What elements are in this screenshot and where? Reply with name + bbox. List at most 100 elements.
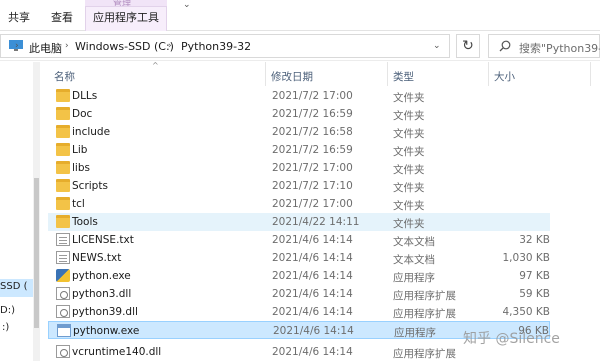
chevron-right-icon[interactable]: ›	[168, 41, 172, 51]
text-file-icon	[56, 233, 70, 246]
chevron-down-icon[interactable]: ⌄	[183, 0, 191, 10]
tab-share[interactable]: 共享	[8, 9, 30, 25]
file-name: vcruntime140.dll	[72, 346, 162, 358]
file-date: 2021/4/6 14:14	[272, 270, 353, 282]
file-date: 2021/4/6 14:14	[272, 252, 353, 264]
file-date: 2021/4/6 14:14	[272, 234, 353, 246]
dll-file-icon	[56, 305, 70, 318]
file-size: 97 KB	[519, 270, 550, 282]
column-header-size[interactable]: 大小	[494, 69, 515, 84]
search-placeholder: 搜索"Python39-3	[519, 42, 600, 55]
column-header-type[interactable]: 类型	[393, 69, 414, 84]
file-type: 文件夹	[393, 146, 425, 158]
file-date: 2021/7/2 16:59	[272, 108, 353, 120]
column-divider[interactable]	[387, 62, 388, 86]
dll-file-icon	[56, 345, 70, 358]
folder-icon	[56, 89, 70, 102]
folder-icon	[56, 197, 70, 210]
column-header-name[interactable]: 名称	[54, 69, 75, 84]
column-divider[interactable]	[265, 62, 266, 86]
file-type: 文件夹	[393, 218, 425, 230]
file-type: 文件夹	[393, 110, 425, 122]
file-name: Lib	[72, 144, 88, 156]
file-row[interactable]: LICENSE.txt 2021/4/6 14:14 文本文档 32 KB	[48, 231, 550, 249]
file-name: tcl	[72, 198, 85, 210]
file-size: 59 KB	[519, 288, 550, 300]
file-row[interactable]: NEWS.txt 2021/4/6 14:14 文本文档 1,030 KB	[48, 249, 550, 267]
address-history-dropdown-icon[interactable]: ⌄	[433, 41, 441, 51]
file-row[interactable]: tcl 2021/7/2 17:00 文件夹	[48, 195, 550, 213]
folder-icon	[56, 179, 70, 192]
column-header-row: ^ 名称 修改日期 类型 大小	[40, 61, 600, 86]
chevron-right-icon[interactable]: ›	[65, 41, 69, 51]
file-date: 2021/7/2 16:59	[272, 144, 353, 156]
file-date: 2021/7/2 17:00	[272, 198, 353, 210]
folder-icon	[56, 125, 70, 138]
file-name: Scripts	[72, 180, 108, 192]
nav-item-ssd[interactable]: SSD (	[0, 281, 27, 292]
file-row[interactable]: Scripts 2021/7/2 17:10 文件夹	[48, 177, 550, 195]
file-row[interactable]: python3.dll 2021/4/6 14:14 应用程序扩展 59 KB	[48, 285, 550, 303]
file-row[interactable]: DLLs 2021/7/2 17:00 文件夹	[48, 87, 550, 105]
file-date: 2021/7/2 17:10	[272, 180, 353, 192]
column-header-date[interactable]: 修改日期	[271, 69, 313, 84]
search-icon	[499, 40, 511, 52]
nav-item-drive[interactable]: :)	[2, 322, 9, 333]
file-name: python39.dll	[72, 306, 138, 318]
file-type: 文件夹	[393, 200, 425, 212]
file-type: 文件夹	[393, 92, 425, 104]
ribbon: 共享 查看 管理 应用程序工具 ⌄	[0, 0, 600, 31]
column-divider[interactable]	[590, 62, 591, 86]
column-divider[interactable]	[488, 62, 489, 86]
refresh-button[interactable]: ↻	[456, 34, 480, 58]
nav-scrollbar-thumb[interactable]	[34, 178, 39, 328]
sort-ascending-icon: ^	[152, 61, 159, 70]
file-name: DLLs	[72, 90, 98, 102]
file-row[interactable]: Doc 2021/7/2 16:59 文件夹	[48, 105, 550, 123]
nav-item-d-drive[interactable]: D:)	[0, 305, 15, 316]
window-exe-icon	[57, 324, 71, 337]
tab-application-tools[interactable]: 应用程序工具	[85, 6, 167, 31]
file-type: 应用程序	[394, 327, 436, 339]
file-row[interactable]: python39.dll 2021/4/6 14:14 应用程序扩展 4,350…	[48, 303, 550, 321]
folder-icon	[56, 143, 70, 156]
watermark: 知乎 @Silence	[463, 331, 560, 347]
file-row[interactable]: python.exe 2021/4/6 14:14 应用程序 97 KB	[48, 267, 550, 285]
file-name: python3.dll	[72, 288, 132, 300]
file-date: 2021/4/6 14:14	[272, 306, 353, 318]
file-type: 应用程序	[393, 272, 435, 284]
file-date: 2021/4/6 14:14	[273, 325, 354, 337]
file-row[interactable]: libs 2021/7/2 17:00 文件夹	[48, 159, 550, 177]
file-size: 4,350 KB	[502, 306, 551, 318]
address-row: › 此电脑 › Windows-SSD (C:) › Python39-32 ⌄…	[0, 31, 600, 61]
file-type: 应用程序扩展	[393, 308, 456, 320]
breadcrumb-this-pc[interactable]: 此电脑	[29, 40, 62, 56]
file-name: Tools	[72, 216, 98, 228]
file-list-scrollbar[interactable]	[592, 87, 600, 361]
folder-icon	[56, 161, 70, 174]
file-date: 2021/7/2 16:58	[272, 126, 353, 138]
file-date: 2021/7/2 17:00	[272, 90, 353, 102]
file-size: 1,030 KB	[502, 252, 551, 264]
file-name: Doc	[72, 108, 93, 120]
file-date: 2021/4/6 14:14	[272, 346, 353, 358]
file-type: 文件夹	[393, 164, 425, 176]
chevron-right-icon[interactable]: ›	[15, 41, 19, 51]
breadcrumb-folder[interactable]: Python39-32	[181, 40, 251, 53]
file-name: LICENSE.txt	[72, 234, 134, 246]
breadcrumb-drive[interactable]: Windows-SSD (C:)	[75, 40, 174, 53]
file-name: python.exe	[72, 270, 131, 282]
file-date: 2021/4/22 14:11	[272, 216, 360, 228]
folder-icon	[56, 107, 70, 120]
address-bar[interactable]: › 此电脑 › Windows-SSD (C:) › Python39-32 ⌄	[0, 34, 450, 58]
tab-view[interactable]: 查看	[51, 9, 73, 25]
file-name: include	[72, 126, 111, 138]
file-name: libs	[72, 162, 90, 174]
file-row[interactable]: include 2021/7/2 16:58 文件夹	[48, 123, 550, 141]
search-box[interactable]: 搜索"Python39-3	[488, 34, 600, 58]
file-type: 应用程序扩展	[393, 348, 456, 360]
file-type: 文件夹	[393, 128, 425, 140]
file-row-hovered[interactable]: Tools 2021/4/22 14:11 文件夹	[48, 213, 550, 231]
file-row[interactable]: Lib 2021/7/2 16:59 文件夹	[48, 141, 550, 159]
file-size: 32 KB	[519, 234, 550, 246]
